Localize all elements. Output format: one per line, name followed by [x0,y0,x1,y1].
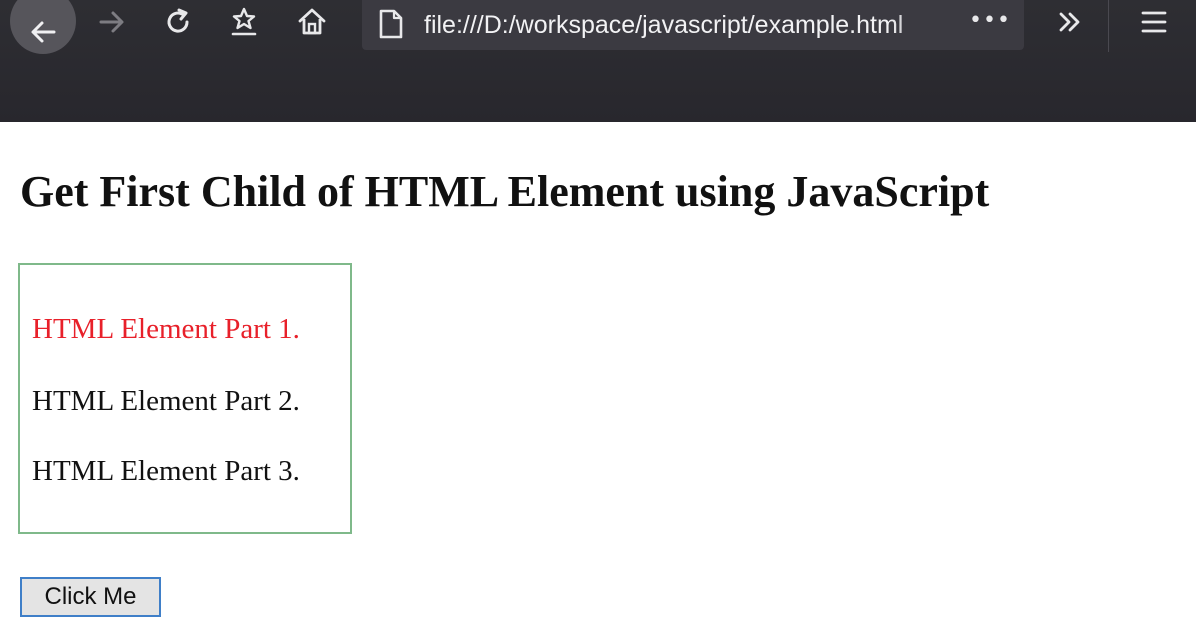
reload-icon [167,8,189,33]
page-actions-button[interactable]: ••• [968,6,1012,36]
url-text[interactable]: file:///D:/workspace/javascript/example.… [424,8,954,42]
element-container: HTML Element Part 1. HTML Element Part 2… [18,263,352,534]
address-bar[interactable]: file:///D:/workspace/javascript/example.… [362,0,1024,50]
element-part-2: HTML Element Part 2. [32,385,300,417]
home-icon [298,8,326,35]
forward-button[interactable] [92,2,132,42]
page-title: Get First Child of HTML Element using Ja… [20,167,990,216]
overflow-menu-button[interactable] [1048,2,1092,42]
bookmark-button[interactable] [224,2,264,42]
hamburger-menu-icon [1141,11,1167,33]
element-part-1: HTML Element Part 1. [32,313,300,345]
element-part-3: HTML Element Part 3. [32,455,300,487]
arrow-left-icon [31,21,56,43]
chevron-double-right-icon [1059,12,1080,32]
home-button[interactable] [292,2,332,42]
reload-button[interactable] [158,2,198,42]
browser-toolbar: file:///D:/workspace/javascript/example.… [0,0,1196,122]
toolbar-separator [1108,0,1109,52]
bookmark-star-icon [231,7,257,36]
click-me-button[interactable]: Click Me [20,577,161,617]
arrow-right-icon [99,11,124,33]
back-button[interactable] [10,0,76,54]
page-icon [379,9,403,39]
page-content: Get First Child of HTML Element using Ja… [0,122,1196,628]
app-menu-button[interactable] [1132,2,1176,42]
